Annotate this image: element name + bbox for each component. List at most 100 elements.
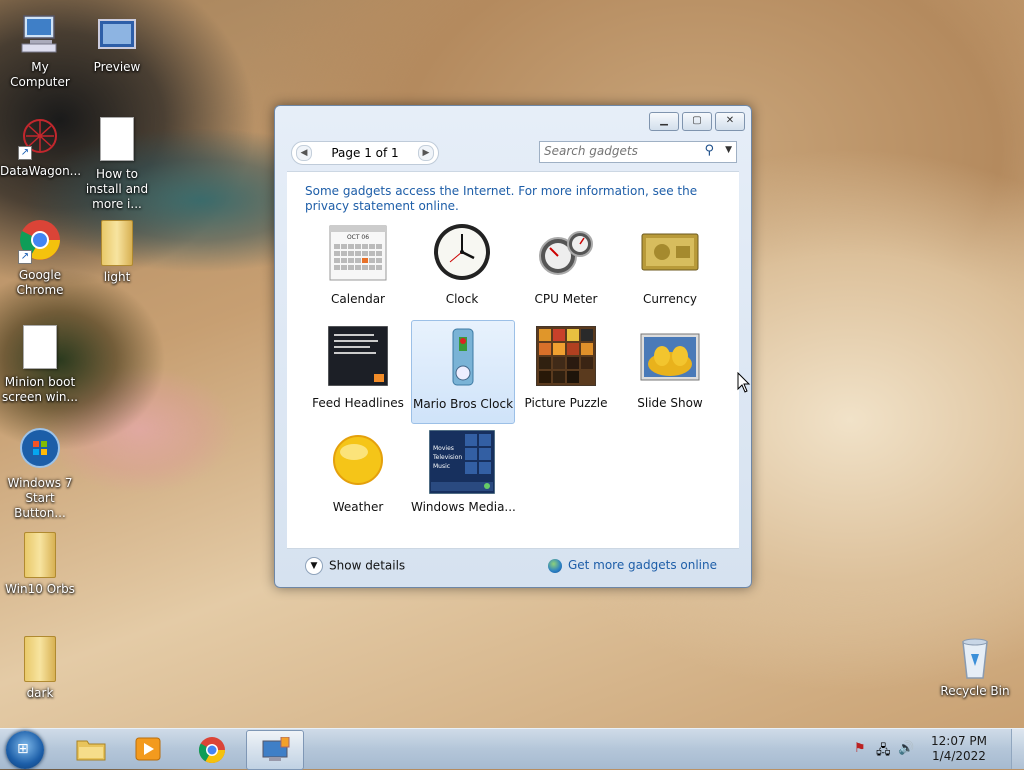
desktop-icon-preview[interactable]: Preview	[77, 10, 157, 75]
desktop-icon-label: Preview	[93, 60, 141, 74]
gadget-currency[interactable]: Currency	[619, 216, 721, 318]
taskbar: ⊞ ⚑ 🖧 🔊 12:07 PM 1/4/2022	[0, 728, 1024, 770]
page-label: Page 1 of 1	[331, 146, 399, 160]
gadgets-toolbar: ◀ Page 1 of 1 ▶ ⚲ ▼	[287, 139, 739, 165]
gadget-name: Clock	[445, 292, 479, 306]
desktop-icon-label: DataWagon...	[0, 164, 82, 178]
gadget-clock[interactable]: Clock	[411, 216, 513, 318]
privacy-notice[interactable]: Some gadgets access the Internet. For mo…	[305, 184, 725, 214]
clock-time: 12:07 PM	[931, 734, 987, 748]
feed-headlines-gadget-icon	[327, 325, 389, 387]
desktop-icon-win10-orbs[interactable]: Win10 Orbs	[0, 530, 80, 597]
desktop-icon-recycle-bin[interactable]: Recycle Bin	[935, 634, 1015, 699]
windows-logo-icon: ⊞	[17, 741, 29, 757]
weather-sun-icon	[328, 430, 388, 490]
gadget-cpu-meter[interactable]: CPU Meter	[515, 216, 617, 318]
gadget-name: Slide Show	[637, 396, 703, 410]
desktop-icon-datawagon[interactable]: ↗ DataWagon...	[0, 114, 82, 179]
gadget-name: Picture Puzzle	[524, 396, 608, 410]
taskbar-explorer[interactable]	[62, 730, 118, 768]
gadget-name: Calendar	[331, 292, 385, 306]
document-icon	[16, 325, 64, 373]
desktop-icon-label: Win10 Orbs	[5, 582, 75, 596]
taskbar-chrome[interactable]	[184, 730, 240, 768]
slide-show-gadget-icon	[640, 326, 700, 386]
taskbar-gadgets[interactable]	[246, 730, 304, 770]
windows-orb-icon	[16, 426, 64, 474]
media-line: Movies	[433, 445, 454, 452]
gadget-mario-bros-clock[interactable]: Mario Bros Clock	[411, 320, 515, 424]
maximize-button[interactable]: ▢	[682, 112, 712, 131]
media-line: Music	[433, 463, 450, 470]
action-center-flag-icon[interactable]: ⚑	[854, 741, 866, 756]
mario-bros-clock-gadget-icon	[433, 327, 493, 387]
desktop-icon-label: Recycle Bin	[940, 684, 1010, 698]
desktop-icon-google-chrome[interactable]: ↗ Google Chrome	[0, 218, 80, 298]
desktop-icon-my-computer[interactable]: My Computer	[0, 10, 80, 90]
chrome-icon: ↗	[16, 218, 64, 266]
desktop-icon-label: light	[103, 270, 131, 284]
calendar-gadget-icon: OCT 06	[328, 222, 388, 282]
media-line: Television	[432, 454, 462, 461]
datawagon-icon: ↗	[16, 114, 64, 162]
gadgets-window: ▁ ▢ ✕ ◀ Page 1 of 1 ▶ ⚲ ▼ Some gadgets a…	[274, 105, 752, 588]
desktop-icon-label: Minion boot screen win...	[2, 375, 78, 404]
folder-icon	[76, 736, 106, 762]
show-details-toggle[interactable]: ▼ Show details	[305, 557, 405, 575]
gadget-name: Mario Bros Clock	[412, 397, 514, 411]
mouse-cursor-icon	[737, 372, 751, 393]
gadgets-icon	[261, 736, 290, 763]
folder-icon	[16, 532, 64, 580]
show-details-label: Show details	[329, 558, 406, 573]
picture-puzzle-gadget-icon	[535, 325, 597, 387]
search-gadgets-input[interactable]	[540, 142, 698, 160]
page-navigator: ◀ Page 1 of 1 ▶	[291, 141, 439, 165]
taskbar-media-player[interactable]	[120, 730, 176, 768]
minimize-button[interactable]: ▁	[649, 112, 679, 131]
gadget-name: Feed Headlines	[312, 396, 404, 410]
close-button[interactable]: ✕	[715, 112, 745, 131]
gadgets-panel: Some gadgets access the Internet. For mo…	[287, 171, 739, 549]
system-tray: ⚑ 🖧 🔊 12:07 PM 1/4/2022	[844, 729, 1014, 769]
gadget-calendar[interactable]: OCT 06 Calendar	[307, 216, 409, 318]
chrome-icon	[198, 736, 226, 764]
document-icon	[93, 117, 141, 165]
gadget-weather[interactable]: Weather	[307, 424, 409, 526]
computer-icon	[16, 10, 64, 58]
windows-media-gadget-icon: Movies Television Music	[428, 429, 496, 495]
gadget-name: CPU Meter	[534, 292, 598, 306]
next-page-button[interactable]: ▶	[418, 145, 434, 161]
preview-icon	[93, 10, 141, 58]
search-dropdown-icon[interactable]: ▼	[725, 145, 732, 155]
search-box: ⚲ ▼	[539, 141, 737, 163]
desktop-icon-light[interactable]: light	[77, 218, 157, 285]
search-icon[interactable]: ⚲	[704, 143, 714, 158]
gadget-picture-puzzle[interactable]: Picture Puzzle	[515, 320, 617, 422]
desktop-icon-how-to-install[interactable]: How to install and more i...	[77, 114, 157, 212]
cpu-meter-gadget-icon	[536, 222, 596, 282]
start-button[interactable]: ⊞	[6, 731, 44, 769]
window-controls: ▁ ▢ ✕	[649, 112, 745, 131]
gadget-feed-headlines[interactable]: Feed Headlines	[307, 320, 409, 422]
clock-date: 1/4/2022	[932, 749, 986, 763]
gadget-name: Currency	[642, 292, 698, 306]
media-player-icon	[134, 736, 162, 762]
folder-icon	[93, 220, 141, 268]
desktop-icon-windows7-start-button[interactable]: Windows 7 Start Button...	[0, 426, 80, 521]
network-icon[interactable]: 🖧	[876, 741, 891, 763]
get-more-gadgets-link[interactable]: Get more gadgets online	[547, 558, 717, 573]
globe-icon	[547, 558, 562, 573]
desktop-icon-dark[interactable]: dark	[0, 634, 80, 701]
gadget-name: Windows Media...	[411, 500, 516, 514]
gadget-slide-show[interactable]: Slide Show	[619, 320, 721, 422]
currency-gadget-icon	[640, 222, 700, 282]
desktop-icon-minion-boot[interactable]: Minion boot screen win...	[0, 322, 80, 405]
desktop-icon-label: How to install and more i...	[85, 167, 149, 211]
show-desktop-button[interactable]	[1011, 729, 1024, 769]
volume-icon[interactable]: 🔊	[898, 741, 914, 756]
chevron-down-icon: ▼	[305, 557, 323, 575]
get-more-gadgets-label: Get more gadgets online	[567, 558, 717, 572]
gadget-windows-media[interactable]: Movies Television Music Windows Media...	[411, 424, 516, 526]
desktop-icon-label: dark	[26, 686, 54, 700]
clock[interactable]: 12:07 PM 1/4/2022	[924, 734, 994, 764]
